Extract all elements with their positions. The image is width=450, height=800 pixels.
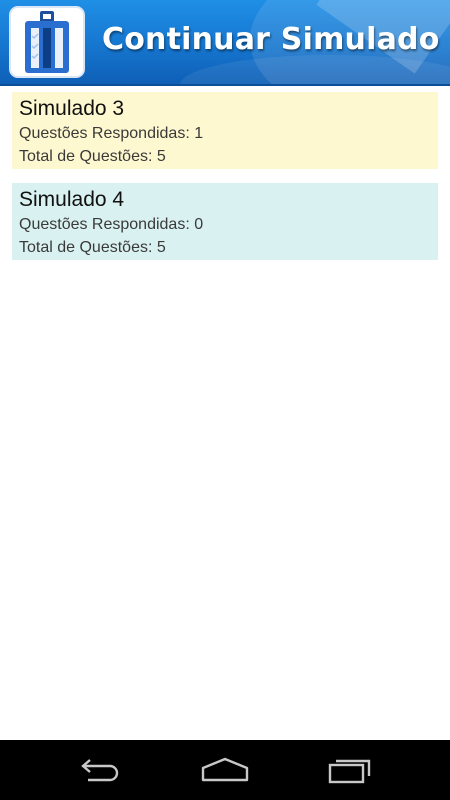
clipboard-checklist-icon xyxy=(9,6,85,78)
screen: Continuar Simulado Simulado 3 Questões R… xyxy=(0,0,450,800)
header-decoration xyxy=(180,55,450,84)
simulado-item-3[interactable]: Simulado 3 Questões Respondidas: 1 Total… xyxy=(12,92,438,169)
app-header: Continuar Simulado xyxy=(0,0,450,86)
home-button[interactable] xyxy=(195,752,255,788)
recent-apps-icon xyxy=(328,759,371,784)
home-icon xyxy=(201,757,249,782)
system-nav-bar xyxy=(0,740,450,800)
total-count: Total de Questões: 5 xyxy=(19,239,166,256)
simulado-name: Simulado 3 xyxy=(19,97,125,120)
answered-count: Questões Respondidas: 1 xyxy=(19,125,204,142)
recent-apps-button[interactable] xyxy=(321,752,381,788)
simulado-name: Simulado 4 xyxy=(19,188,125,211)
simulado-item-4[interactable]: Simulado 4 Questões Respondidas: 0 Total… xyxy=(12,183,438,260)
back-button[interactable] xyxy=(70,752,130,788)
back-arrow-icon xyxy=(81,759,119,782)
simulado-list: Simulado 3 Questões Respondidas: 1 Total… xyxy=(12,92,438,274)
answered-count: Questões Respondidas: 0 xyxy=(19,216,204,233)
total-count: Total de Questões: 5 xyxy=(19,148,166,165)
page-title: Continuar Simulado xyxy=(102,22,440,57)
